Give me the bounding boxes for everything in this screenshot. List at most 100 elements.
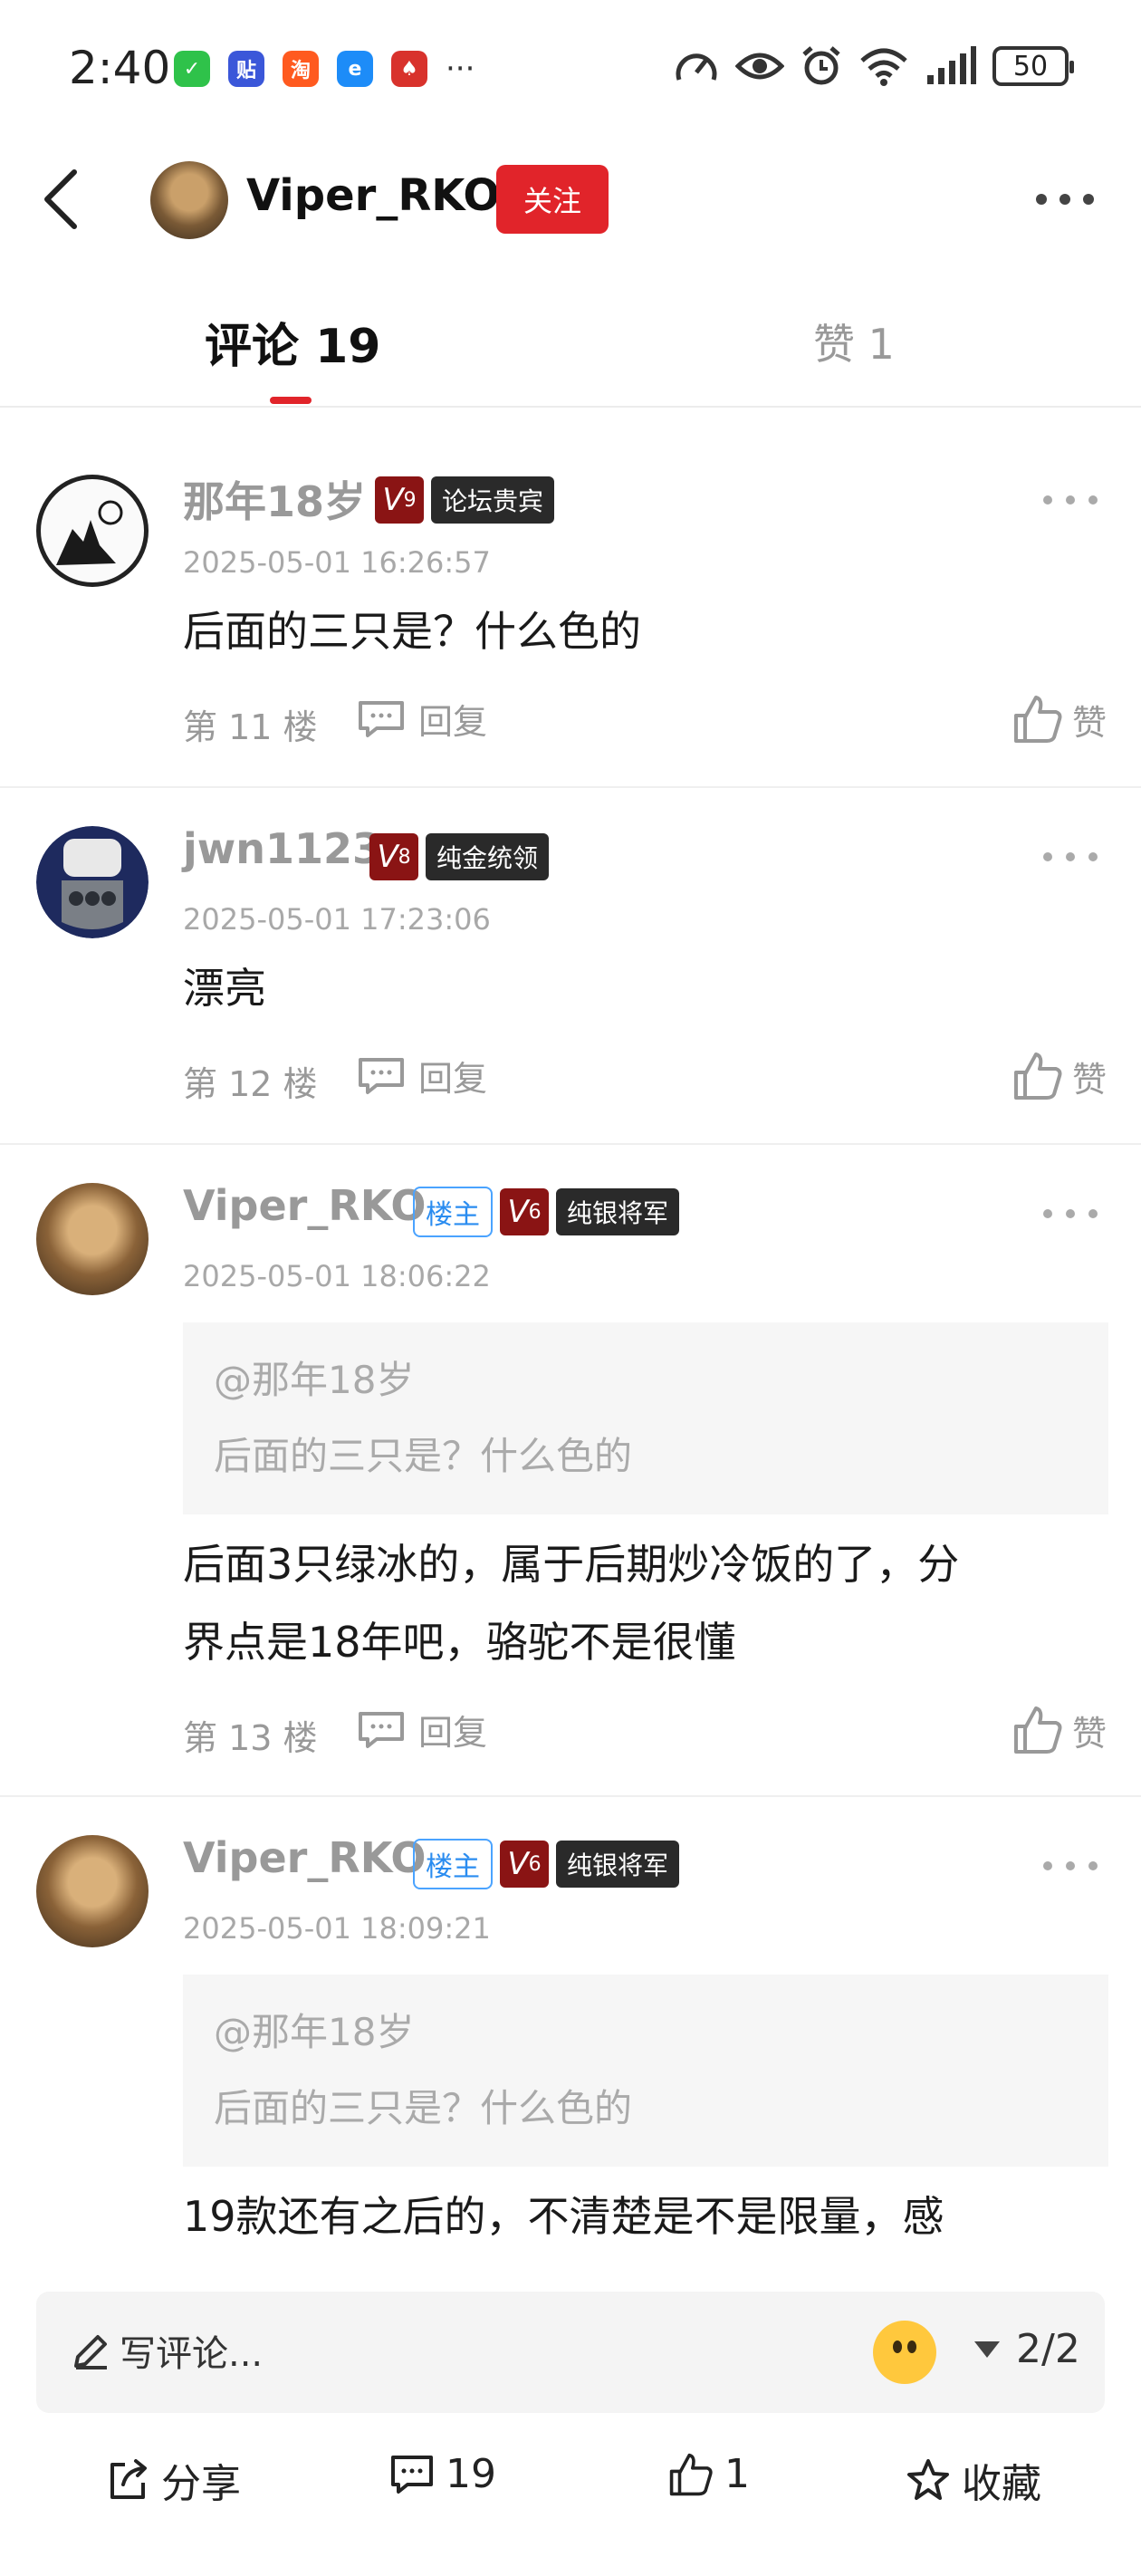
comment-more-icon[interactable] <box>1043 846 1098 868</box>
notification-icons: ✓ 贴 淘 e ♠ ··· <box>174 51 475 87</box>
comments-button[interactable]: 19 <box>389 2451 496 2497</box>
signal-icon <box>927 46 976 84</box>
taobao-icon: 淘 <box>283 51 319 87</box>
comment-author[interactable]: Viper_RKO <box>183 1181 426 1230</box>
quoted-comment[interactable]: @那年18岁 后面的三只是？什么色的 <box>183 1322 1108 1514</box>
title-badge: 论坛贵宾 <box>431 476 555 524</box>
system-indicators: 50 <box>674 45 1074 87</box>
active-tab-indicator <box>270 397 312 404</box>
username[interactable]: Viper_RKO <box>246 170 500 221</box>
quoted-comment[interactable]: @那年18岁 后面的三只是？什么色的 <box>183 1975 1108 2167</box>
thumbs-up-icon <box>1013 1053 1062 1100</box>
comment-item: 那年18岁 V9 论坛贵宾 2025-05-01 16:26:57 后面的三只是… <box>0 431 1141 788</box>
user-badges: 楼主 V6 纯银将军 <box>413 1839 680 1889</box>
title-badge: 纯金统领 <box>426 833 550 880</box>
comment-author[interactable]: Viper_RKO <box>183 1833 426 1882</box>
level-badge: V6 <box>500 1188 549 1235</box>
battery-icon: 50 <box>992 46 1074 86</box>
like-post-button[interactable]: 1 <box>668 2451 750 2497</box>
reply-icon <box>359 1057 404 1094</box>
comment-footer: 第 11 楼 回复 赞 <box>183 688 1107 752</box>
speedometer-icon <box>676 53 717 81</box>
share-icon <box>110 2459 147 2499</box>
comment-icon <box>391 2455 433 2494</box>
user-badges: V8 纯金统领 <box>369 833 550 880</box>
comment-footer: 第 12 楼 回复 赞 <box>183 1045 1107 1109</box>
comment-footer: 第 13 楼 回复 赞 <box>183 1699 1107 1763</box>
comment-text: 后面3只绿冰的，属于后期炒冷饭的了，分 界点是18年吧，骆驼不是很懂 <box>183 1540 960 1667</box>
avatar[interactable] <box>150 161 228 239</box>
comment-item: Viper_RKO 楼主 V6 纯银将军 2025-05-01 18:09:21… <box>0 1797 1141 2277</box>
back-arrow-icon[interactable] <box>33 165 91 234</box>
more-options-icon[interactable] <box>1036 172 1094 226</box>
like-button[interactable]: 赞 <box>1012 1705 1107 1755</box>
thumbs-up-icon <box>1013 1706 1062 1754</box>
quoted-user: @那年18岁 <box>214 1358 415 1402</box>
more-notifications-icon: ··· <box>446 51 475 87</box>
comment-item: jwn1123 V8 纯金统领 2025-05-01 17:23:06 漂亮 第… <box>0 788 1141 1145</box>
user-badges: V9 论坛贵宾 <box>375 476 555 524</box>
comment-time: 2025-05-01 16:26:57 <box>183 545 491 580</box>
tieba-icon: 贴 <box>228 51 264 87</box>
avatar[interactable] <box>36 826 149 938</box>
tab-likes[interactable]: 赞 1 <box>813 312 895 371</box>
op-badge: 楼主 <box>413 1187 493 1237</box>
quoted-text: 后面的三只是？什么色的 <box>214 1434 633 1478</box>
comment-time: 2025-05-01 18:09:21 <box>183 1911 491 1946</box>
comment-author[interactable]: jwn1123 <box>183 824 381 873</box>
reply-icon <box>359 700 404 737</box>
comment-input-bar[interactable]: 写评论... 2/2 <box>36 2292 1105 2413</box>
avatar[interactable] <box>36 1183 149 1295</box>
comment-more-icon[interactable] <box>1043 1855 1098 1877</box>
star-icon <box>907 2459 949 2500</box>
comment-time: 2025-05-01 17:23:06 <box>183 902 491 937</box>
clock: 2:40 <box>69 42 171 94</box>
reply-button[interactable]: 回复 <box>357 1051 487 1101</box>
dropdown-arrow-icon <box>974 2341 1000 2358</box>
page-selector[interactable]: 2/2 <box>974 2326 1080 2372</box>
quoted-text: 后面的三只是？什么色的 <box>214 2086 633 2130</box>
comment-text: 19款还有之后的，不清楚是不是限量，感 <box>183 2192 944 2241</box>
reply-button[interactable]: 回复 <box>357 1705 487 1754</box>
quoted-user: @那年18岁 <box>214 2010 415 2054</box>
eye-icon <box>735 53 784 80</box>
like-button[interactable]: 赞 <box>1012 1051 1107 1101</box>
comment-author[interactable]: 那年18岁 <box>183 469 366 529</box>
alarm-icon <box>802 46 840 85</box>
reply-icon <box>359 1711 404 1748</box>
level-badge: V8 <box>369 833 418 880</box>
bottom-action-bar: 分享 19 1 收藏 <box>0 2427 1141 2536</box>
floor-number: 第 13 楼 <box>183 1718 318 1758</box>
comment-text: 后面的三只是？什么色的 <box>183 607 641 656</box>
like-button[interactable]: 赞 <box>1012 694 1107 745</box>
level-badge: V9 <box>375 476 424 524</box>
favorite-button[interactable]: 收藏 <box>906 2451 1041 2509</box>
level-badge: V6 <box>500 1841 549 1888</box>
pencil-icon <box>74 2335 107 2369</box>
comment-item: Viper_RKO 楼主 V6 纯银将军 2025-05-01 18:06:22… <box>0 1145 1141 1797</box>
wechat-icon: ✓ <box>174 51 210 87</box>
avatar[interactable] <box>36 475 149 587</box>
comment-more-icon[interactable] <box>1043 1203 1098 1225</box>
avatar[interactable] <box>36 1835 149 1947</box>
thumbs-up-icon <box>1013 696 1062 743</box>
comment-input[interactable]: 写评论... <box>120 2324 263 2377</box>
reply-button[interactable]: 回复 <box>357 694 487 744</box>
header: Viper_RKO 关注 <box>0 145 1141 254</box>
wifi-icon <box>860 48 907 86</box>
title-badge: 纯银将军 <box>556 1841 680 1888</box>
floor-number: 第 11 楼 <box>183 707 318 747</box>
title-badge: 纯银将军 <box>556 1188 680 1235</box>
op-badge: 楼主 <box>413 1839 493 1889</box>
thumbs-up-icon <box>669 2453 713 2495</box>
comment-more-icon[interactable] <box>1043 489 1098 511</box>
emoji-icon[interactable] <box>873 2321 936 2384</box>
comment-time: 2025-05-01 18:06:22 <box>183 1259 491 1293</box>
status-bar: 2:40 ✓ 贴 淘 e ♠ ··· 50 <box>0 0 1141 136</box>
comment-text: 漂亮 <box>183 964 266 1013</box>
page-indicator: 2/2 <box>1016 2326 1080 2372</box>
tab-comments[interactable]: 评论 19 <box>205 308 380 376</box>
follow-button[interactable]: 关注 <box>496 165 609 234</box>
share-button[interactable]: 分享 <box>105 2451 241 2509</box>
floor-number: 第 12 楼 <box>183 1064 318 1104</box>
